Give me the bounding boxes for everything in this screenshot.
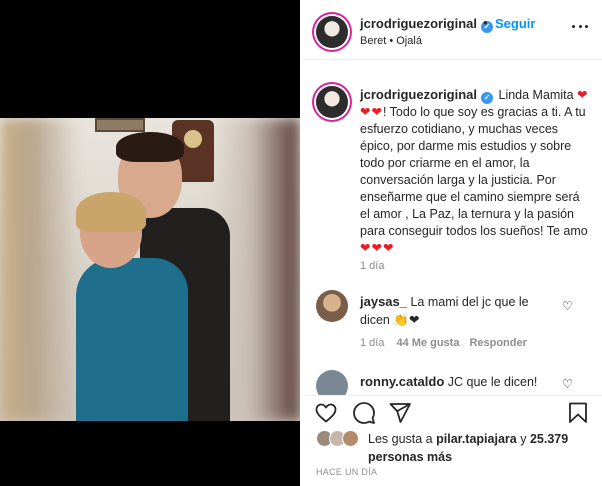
woman-hair	[76, 192, 146, 232]
comment-text: jaysas_ La mami del jc que le dicen 👏❤	[360, 293, 555, 329]
author-username[interactable]: jcrodriguezoriginal ✓	[360, 16, 494, 33]
post-media[interactable]	[0, 0, 300, 486]
likes-connector: y	[520, 432, 527, 446]
post-photo[interactable]	[0, 118, 300, 421]
caption-username[interactable]: jcrodriguezoriginal ✓	[360, 87, 494, 104]
share-icon[interactable]	[388, 401, 412, 425]
post-header: jcrodriguezoriginal ✓ • Seguir Beret • Oj…	[300, 0, 602, 60]
wall-picture-frame	[95, 118, 145, 132]
likes-text: Les gusta a pilar.tapiajara y 25.379 per…	[368, 430, 588, 466]
comment-text: ronny.cataldo JC que le dicen!	[360, 373, 555, 391]
caption-opening: Linda Mamita	[498, 88, 574, 102]
verified-badge-icon: ✓	[481, 92, 494, 104]
comments-panel[interactable]: jcrodriguezoriginal ✓ Linda Mamita ❤❤❤ ! T…	[300, 60, 602, 395]
author-username-text[interactable]: jcrodriguezoriginal	[360, 16, 477, 31]
comment-body: JC que le dicen!	[447, 375, 538, 389]
comment-likes[interactable]: 44 Me gusta	[396, 337, 459, 349]
comment-like-heart-icon[interactable]: ♡	[562, 378, 574, 390]
heart-emoji-icon: ❤❤❤	[360, 241, 395, 255]
caption-time: 1 día	[360, 260, 385, 272]
comment-time: 1 día	[360, 337, 385, 349]
heart-icon[interactable]	[314, 401, 338, 425]
author-avatar[interactable]	[316, 16, 348, 48]
posted-time[interactable]: HACE UN DÍA	[316, 467, 377, 477]
more-options-icon[interactable]	[572, 22, 588, 30]
commenter-username[interactable]: jaysas_	[360, 294, 407, 309]
bookmark-icon[interactable]	[566, 401, 590, 425]
follow-button[interactable]: Seguir	[495, 16, 535, 31]
reply-button[interactable]: Responder	[469, 337, 526, 349]
header-separator: •	[483, 15, 488, 30]
audio-label[interactable]: Beret • Ojalá	[360, 35, 422, 47]
liker-avatars[interactable]	[316, 430, 364, 448]
caption-text: jcrodriguezoriginal ✓ Linda Mamita ❤❤❤ ! T…	[360, 86, 590, 257]
commenter-avatar[interactable]	[316, 290, 348, 322]
man-hair	[116, 132, 184, 162]
actions-bar: Les gusta a pilar.tapiajara y 25.379 per…	[300, 395, 602, 486]
likes-prefix: Les gusta a	[368, 432, 433, 446]
comment-icon[interactable]	[352, 401, 376, 425]
woman-figure	[76, 258, 188, 421]
commenter-avatar[interactable]	[316, 370, 348, 395]
photo-blur-left	[0, 118, 80, 421]
caption-body: ! Todo lo que soy es gracias a ti. A tu …	[360, 105, 588, 238]
comment-like-heart-icon[interactable]: ♡	[562, 300, 574, 312]
liker-username[interactable]: pilar.tapiajara	[436, 432, 517, 446]
caption-avatar[interactable]	[316, 86, 348, 118]
comment-meta: 1 día 44 Me gusta Responder	[360, 337, 527, 349]
liker-avatar	[342, 430, 359, 447]
commenter-username[interactable]: ronny.cataldo	[360, 374, 444, 389]
comment-emoji: 👏❤	[393, 313, 420, 327]
